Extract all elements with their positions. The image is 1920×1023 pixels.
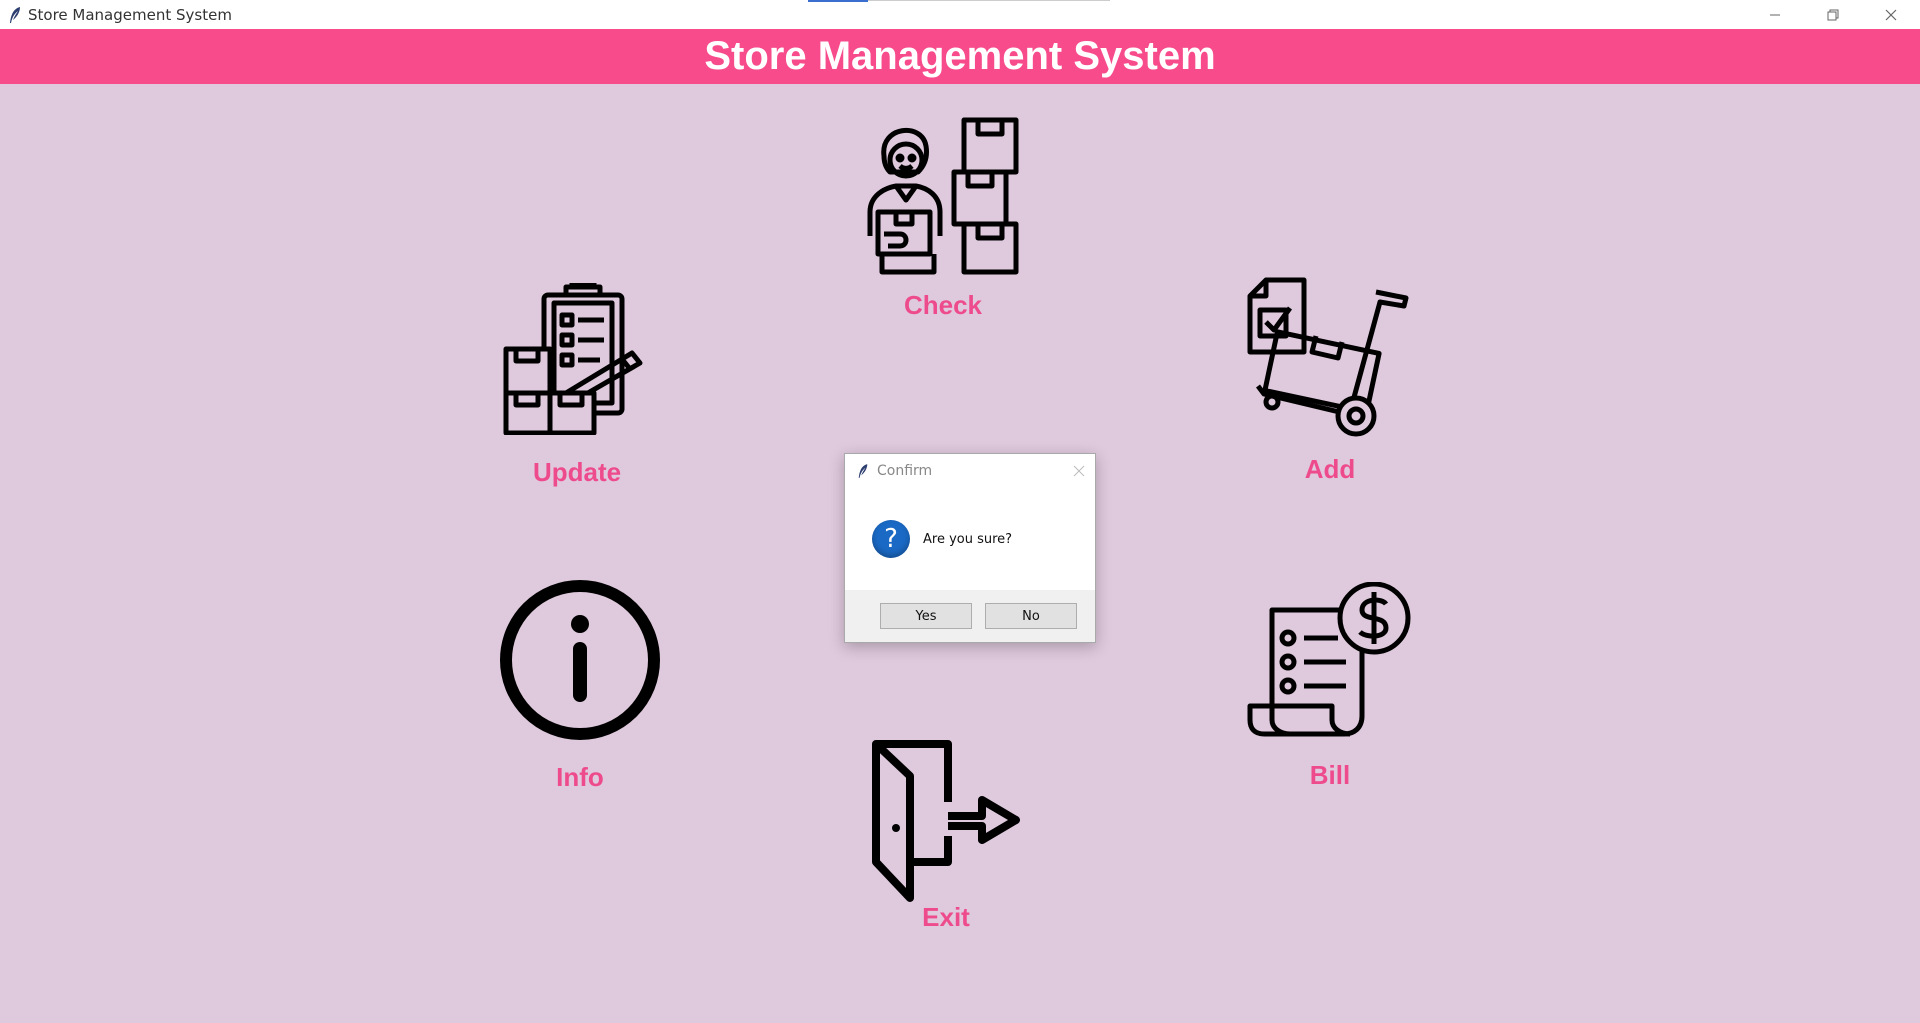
dialog-footer: Yes No <box>845 590 1095 642</box>
taskbar-accent <box>808 0 868 2</box>
dialog-title: Confirm <box>877 463 933 479</box>
info-label: Info <box>556 762 604 792</box>
window-titlebar: Store Management System <box>0 0 1920 29</box>
receipt-dollar-icon <box>1247 582 1411 737</box>
exit-tile[interactable]: Exit <box>866 738 1026 933</box>
exit-label: Exit <box>922 902 970 932</box>
close-button[interactable] <box>1862 0 1920 29</box>
worker-boxes-icon <box>867 117 1019 275</box>
check-label: Check <box>903 290 983 320</box>
info-tile[interactable]: Info <box>498 578 662 793</box>
minimize-button[interactable] <box>1746 0 1804 29</box>
close-icon <box>1073 465 1085 477</box>
info-icon <box>500 580 660 740</box>
confirm-dialog: Confirm ? Are you sure? Yes No <box>844 453 1096 643</box>
yes-button[interactable]: Yes <box>880 603 972 629</box>
feather-icon <box>858 464 868 478</box>
add-tile[interactable]: Add <box>1246 276 1414 485</box>
taskbar-line <box>868 0 1110 1</box>
check-tile[interactable]: Check <box>866 116 1020 321</box>
question-icon: ? <box>872 520 910 558</box>
update-tile[interactable]: Update <box>502 283 652 488</box>
dialog-titlebar: Confirm <box>845 454 1095 488</box>
update-label: Update <box>532 457 622 487</box>
header-banner: Store Management System <box>0 29 1920 84</box>
close-icon <box>1885 9 1897 20</box>
exit-door-icon <box>872 740 1020 902</box>
no-button[interactable]: No <box>985 603 1077 629</box>
hand-truck-icon <box>1247 277 1409 437</box>
restore-button[interactable] <box>1804 0 1862 29</box>
bill-label: Bill <box>1309 760 1351 790</box>
dialog-message: Are you sure? <box>923 531 1013 547</box>
add-label: Add <box>1304 454 1356 484</box>
bill-tile[interactable]: Bill <box>1246 582 1414 791</box>
restore-icon <box>1827 9 1839 20</box>
page-title: Store Management System <box>704 34 1216 78</box>
dialog-close-button[interactable] <box>1073 462 1085 481</box>
feather-icon <box>10 6 20 23</box>
clipboard-boxes-icon <box>503 283 643 435</box>
minimize-icon <box>1770 14 1780 15</box>
window-title: Store Management System <box>28 5 232 24</box>
dialog-body: ? Are you sure? <box>845 488 1095 590</box>
